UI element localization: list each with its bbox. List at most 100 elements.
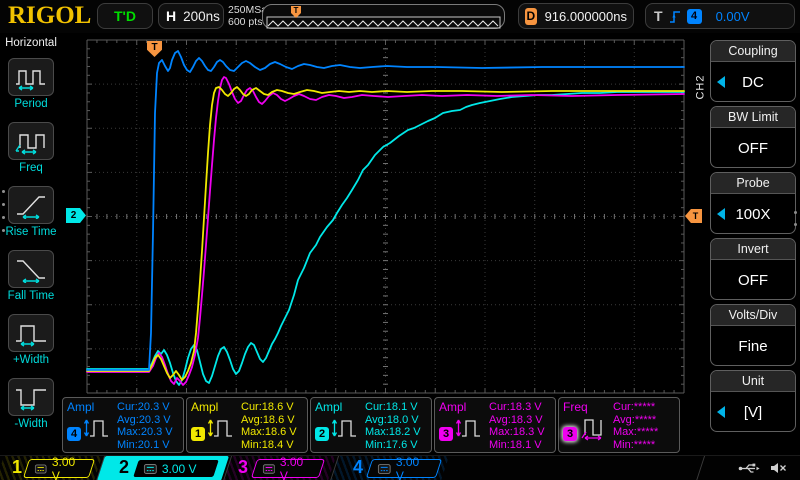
menu-item-label: BW Limit: [711, 107, 795, 128]
measurement-values: Cur:18.1 V Avg:18.0 V Max:18.2 V Min:17.…: [365, 400, 427, 450]
left-menu-title: Horizontal: [0, 33, 62, 57]
menu-item-label: Invert: [711, 239, 795, 260]
dc-coupling-icon: [144, 464, 157, 474]
horizontal-measure-menu: Horizontal Period Freq: [0, 33, 62, 455]
channel-scale-box: 3.00 V: [132, 459, 220, 478]
measurement-values: Cur:***** Avg:***** Max:***** Min:*****: [613, 400, 675, 450]
trace-ch2: [87, 92, 684, 385]
horizontal-timebase-button[interactable]: H 200ns: [158, 3, 224, 29]
dc-coupling-icon: [378, 464, 391, 474]
menu-item-value: [V]: [744, 404, 762, 421]
neg-width-icon: [14, 383, 48, 411]
menu-item-value: 100X: [735, 206, 770, 223]
menu-item-label: Probe: [711, 173, 795, 194]
menu-item-probe[interactable]: Probe 100X: [710, 172, 796, 234]
channel-number: 2: [119, 457, 129, 478]
menu-item-neg-width[interactable]: -Width: [0, 378, 62, 442]
pos-width-icon: [14, 319, 48, 347]
delay-badge: D: [525, 8, 537, 25]
amplitude-glyph-icon: [331, 415, 363, 441]
trigger-readout-button[interactable]: T 4 0.00V: [645, 3, 795, 29]
waveform-display[interactable]: [62, 33, 690, 397]
menu-item-freq[interactable]: Freq: [0, 122, 62, 186]
delay-readout-button[interactable]: D 916.000000ns: [518, 3, 634, 29]
amplitude-glyph-icon: [455, 415, 487, 441]
left-arrow-icon: [717, 76, 725, 88]
graticule: [62, 33, 690, 397]
measurement-cell-ampl-ch2[interactable]: Ampl 2 Cur:18.1 V Avg:18.0 V Max:18.2 V …: [310, 397, 432, 453]
frequency-glyph-icon: [579, 415, 611, 441]
trigger-source-badge: 4: [687, 9, 702, 24]
oscilloscope-screen: RIGOL T'D H 200ns 250MSa/s 600 pts T D 9…: [0, 0, 800, 480]
channel-number: 4: [353, 457, 363, 478]
usb-icon: [738, 462, 760, 475]
menu-item-value: OFF: [738, 272, 768, 289]
channel-scale-box: 3.00 V: [251, 459, 325, 478]
menu-item-value: DC: [742, 74, 764, 91]
menu-item-label: Freq: [19, 162, 43, 174]
menu-item-fall-time[interactable]: Fall Time: [0, 250, 62, 314]
rising-edge-icon: [669, 9, 681, 24]
freq-icon: [14, 127, 48, 155]
top-status-bar: RIGOL T'D H 200ns 250MSa/s 600 pts T D 9…: [0, 0, 800, 33]
menu-item-value: Fine: [738, 338, 767, 355]
channel-number: 3: [238, 457, 248, 478]
channel-scale: 3.00 V: [396, 455, 430, 480]
channel-indicator-2[interactable]: 2 3.00 V: [101, 456, 225, 480]
measurement-cell-freq-ch3[interactable]: Freq 3 Cur:***** Avg:***** Max:***** Min…: [558, 397, 680, 453]
measurement-type: Ampl: [67, 400, 117, 414]
trigger-level-value: 0.00V: [716, 9, 750, 24]
period-icon: [14, 63, 48, 91]
measurement-values: Cur:20.3 V Avg:20.3 V Max:20.3 V Min:20.…: [117, 400, 179, 450]
amplitude-glyph-icon: [83, 415, 115, 441]
menu-item-bw-limit[interactable]: BW Limit OFF: [710, 106, 796, 168]
channel-badge: 1: [191, 427, 205, 441]
channel-scale: 3.00 V: [280, 455, 313, 480]
channel-number: 1: [12, 457, 22, 478]
menu-item-invert[interactable]: Invert OFF: [710, 238, 796, 300]
channel-menu: CH2 Coupling DC BW Limit OFF Probe 100X …: [690, 33, 800, 455]
measurement-cell-ampl-ch3[interactable]: Ampl 3 Cur:18.3 V Avg:18.3 V Max:18.3 V …: [434, 397, 556, 453]
speaker-muted-icon: [770, 461, 787, 475]
channel-scale: 3.00 V: [52, 455, 83, 480]
menu-item-label: Rise Time: [5, 226, 56, 238]
h-label: H: [166, 8, 176, 24]
channel-scale-box: 3.00 V: [366, 459, 442, 478]
channel-indicator-4[interactable]: 4 3.00 V: [335, 456, 445, 480]
channel-indicator-1[interactable]: 1 3.00 V: [0, 456, 98, 480]
menu-item-label: -Width: [14, 418, 47, 430]
menu-item-unit[interactable]: Unit [V]: [710, 370, 796, 432]
measurement-cell-ampl-ch1[interactable]: Ampl 1 Cur:18.6 V Avg:18.6 V Max:18.6 V …: [186, 397, 308, 453]
dc-coupling-icon: [263, 464, 275, 474]
measurement-values: Cur:18.6 V Avg:18.6 V Max:18.6 V Min:18.…: [241, 400, 303, 450]
channel-scale: 3.00 V: [162, 462, 197, 476]
menu-item-value: OFF: [738, 140, 768, 157]
measurement-values: Cur:18.3 V Avg:18.3 V Max:18.3 V Min:18.…: [489, 400, 551, 450]
menu-item-volts-div[interactable]: Volts/Div Fine: [710, 304, 796, 366]
menu-item-label: Volts/Div: [711, 305, 795, 326]
fall-time-icon: [14, 255, 48, 283]
t-label: T: [654, 8, 663, 24]
menu-item-rise-time[interactable]: Rise Time: [0, 186, 62, 250]
trace-ch3: [87, 77, 684, 385]
rise-time-icon: [14, 191, 48, 219]
right-menu-page-dots: [794, 211, 797, 226]
channel-menu-tab: CH2: [692, 61, 708, 113]
measurement-type: Freq: [563, 400, 613, 414]
memory-position-bar[interactable]: T: [262, 4, 505, 29]
channel-badge: 4: [67, 427, 81, 441]
channel-badge: 2: [315, 427, 329, 441]
menu-item-pos-width[interactable]: +Width: [0, 314, 62, 378]
trigger-status-text: T'D: [114, 8, 136, 24]
menu-item-period[interactable]: Period: [0, 58, 62, 122]
measurement-type: Ampl: [191, 400, 241, 414]
measurement-cell-ampl-ch4[interactable]: Ampl 4 Cur:20.3 V Avg:20.3 V Max:20.3 V …: [62, 397, 184, 453]
trigger-status-badge: T'D: [97, 3, 153, 29]
channel-badge: 3: [439, 427, 453, 441]
channel-indicator-3[interactable]: 3 3.00 V: [228, 456, 332, 480]
measurement-type: Ampl: [439, 400, 489, 414]
menu-item-label: Period: [14, 98, 47, 110]
channel-status-bar: 1 3.00 V 2 3.00 V: [0, 455, 800, 480]
menu-item-coupling[interactable]: Coupling DC: [710, 40, 796, 102]
channel-badge: 3: [563, 427, 577, 441]
